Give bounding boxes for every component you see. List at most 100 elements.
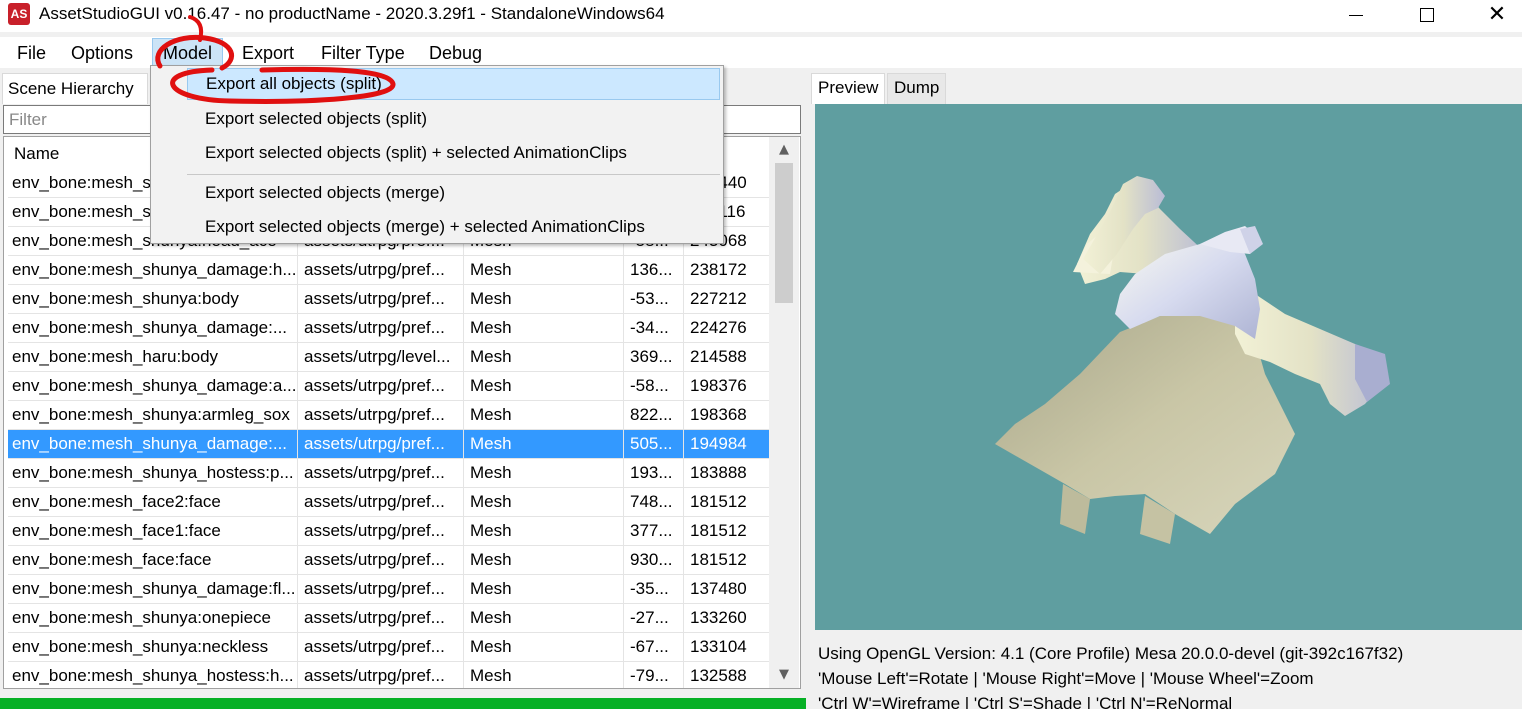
menu-item-export-selected-split-anim[interactable]: Export selected objects (split) + select… (187, 137, 720, 169)
tab-dump[interactable]: Dump (887, 73, 947, 104)
cell-pathid: 748... (626, 488, 684, 517)
cell-name: env_bone:mesh_face:face (8, 546, 298, 575)
cell-type: Mesh (466, 546, 624, 575)
table-row[interactable]: env_bone:mesh_shunya:onepiece assets/utrp… (8, 604, 772, 633)
tab-preview[interactable]: Preview (811, 73, 886, 104)
cell-container: assets/utrpg/pref... (300, 285, 464, 314)
table-row[interactable]: env_bone:mesh_shunya_damage:a... assets/u… (8, 372, 772, 401)
cell-container: assets/utrpg/pref... (300, 517, 464, 546)
cell-pathid: 377... (626, 517, 684, 546)
table-row[interactable]: env_bone:mesh_shunya_damage:fl... assets/… (8, 575, 772, 604)
cell-pathid: -79... (626, 662, 684, 688)
cell-container: assets/utrpg/pref... (300, 633, 464, 662)
menu-item-export-selected-merge[interactable]: Export selected objects (merge) (187, 177, 720, 209)
cell-type: Mesh (466, 314, 624, 343)
cell-size: 238172 (690, 260, 747, 279)
menu-debug[interactable]: Debug (429, 43, 482, 64)
table-row[interactable]: env_bone:mesh_shunya:neckless assets/utrp… (8, 633, 772, 662)
window-title: AssetStudioGUI v0.16.47 - no productName… (39, 4, 665, 23)
scroll-thumb[interactable] (775, 163, 793, 303)
table-row[interactable]: env_bone:mesh_face2:face assets/utrpg/pre… (8, 488, 772, 517)
cell-size: 133260 (690, 608, 747, 627)
cell-size: 214588 (690, 347, 747, 366)
cell-size: 227212 (690, 289, 747, 308)
cell-type: Mesh (466, 633, 624, 662)
cell-container: assets/utrpg/pref... (300, 401, 464, 430)
minimize-button[interactable] (1333, 0, 1379, 30)
cell-container: assets/utrpg/pref... (300, 372, 464, 401)
cell-container: assets/utrpg/level... (300, 343, 464, 372)
cell-pathid: 505... (626, 430, 684, 459)
cell-container: assets/utrpg/pref... (300, 662, 464, 688)
cell-pathid: 136... (626, 256, 684, 285)
preview-panel: Preview Dump Using OpenGL Version: 4.1 (… (808, 69, 1522, 709)
maximize-icon (1420, 8, 1434, 22)
table-row[interactable]: env_bone:mesh_face:face assets/utrpg/pref… (8, 546, 772, 575)
keyboard-controls-line: 'Ctrl W'=Wireframe | 'Ctrl S'=Shade | 'C… (818, 694, 1233, 709)
cell-name: env_bone:mesh_shunya:armleg_sox (8, 401, 298, 430)
menu-bar: File Options Model Export Filter Type De… (0, 37, 1522, 68)
cell-name: env_bone:mesh_shunya:neckless (8, 633, 298, 662)
table-row[interactable]: env_bone:mesh_shunya_damage:h... assets/u… (8, 256, 772, 285)
menu-item-export-selected-merge-anim[interactable]: Export selected objects (merge) + select… (187, 211, 720, 243)
menu-model[interactable]: Model (152, 38, 224, 68)
cell-pathid: -34... (626, 314, 684, 343)
table-row[interactable]: env_bone:mesh_shunya_hostess:p... assets/… (8, 459, 772, 488)
cell-size: 132588 (690, 666, 747, 685)
table-row[interactable]: env_bone:mesh_shunya_hostess:h... assets/… (8, 662, 772, 688)
cell-container: assets/utrpg/pref... (300, 314, 464, 343)
cell-name: env_bone:mesh_shunya_damage:a... (8, 372, 298, 401)
menu-file[interactable]: File (17, 43, 46, 64)
progress-bar (0, 698, 806, 709)
menu-item-export-all-split[interactable]: Export all objects (split) (187, 68, 720, 100)
table-row[interactable]: env_bone:mesh_shunya:body assets/utrpg/pr… (8, 285, 772, 314)
cell-size: 181512 (690, 521, 747, 540)
cell-type: Mesh (466, 285, 624, 314)
cell-pathid: 930... (626, 546, 684, 575)
cell-name: env_bone:mesh_shunya_hostess:h... (8, 662, 298, 688)
cell-pathid: -27... (626, 604, 684, 633)
model-preview-viewport[interactable] (815, 104, 1522, 630)
cell-name: env_bone:mesh_shunya:onepiece (8, 604, 298, 633)
menu-filter-type[interactable]: Filter Type (321, 43, 405, 64)
cell-type: Mesh (466, 459, 624, 488)
cell-type: Mesh (466, 256, 624, 285)
cell-size: 198368 (690, 405, 747, 424)
cell-pathid: -58... (626, 372, 684, 401)
cell-name: env_bone:mesh_haru:body (8, 343, 298, 372)
menu-export[interactable]: Export (242, 43, 294, 64)
cell-size: 137480 (690, 579, 747, 598)
table-row[interactable]: env_bone:mesh_shunya_damage:... assets/ut… (8, 314, 772, 343)
cell-size: 181512 (690, 492, 747, 511)
cell-type: Mesh (466, 662, 624, 688)
cell-name: env_bone:mesh_shunya_damage:... (8, 430, 298, 459)
menu-gutter (151, 66, 187, 243)
scroll-down-icon[interactable]: ▼ (769, 662, 799, 688)
cell-type: Mesh (466, 430, 624, 459)
cell-name: env_bone:mesh_shunya_damage:... (8, 314, 298, 343)
cell-pathid: -53... (626, 285, 684, 314)
cell-type: Mesh (466, 401, 624, 430)
menu-item-export-selected-split[interactable]: Export selected objects (split) (187, 103, 720, 135)
tab-scene-hierarchy[interactable]: Scene Hierarchy (2, 73, 148, 104)
cell-container: assets/utrpg/pref... (300, 575, 464, 604)
table-row[interactable]: env_bone:mesh_face1:face assets/utrpg/pre… (8, 517, 772, 546)
table-row[interactable]: env_bone:mesh_shunya:armleg_sox assets/ut… (8, 401, 772, 430)
cell-pathid: 822... (626, 401, 684, 430)
cell-type: Mesh (466, 604, 624, 633)
cell-name: env_bone:mesh_face2:face (8, 488, 298, 517)
table-row[interactable]: env_bone:mesh_shunya_damage:... assets/ut… (8, 430, 772, 459)
list-scrollbar[interactable]: ▲ ▼ (769, 137, 799, 688)
close-button[interactable]: ✕ (1474, 0, 1520, 30)
cell-container: assets/utrpg/pref... (300, 604, 464, 633)
close-icon: ✕ (1487, 2, 1507, 27)
maximize-button[interactable] (1404, 0, 1450, 30)
cell-pathid: 193... (626, 459, 684, 488)
cell-pathid: 369... (626, 343, 684, 372)
cell-type: Mesh (466, 488, 624, 517)
model-menu-dropdown: Export all objects (split) Export select… (150, 65, 724, 244)
menu-options[interactable]: Options (71, 43, 133, 64)
table-row[interactable]: env_bone:mesh_haru:body assets/utrpg/leve… (8, 343, 772, 372)
cell-name: env_bone:mesh_shunya_hostess:p... (8, 459, 298, 488)
scroll-up-icon[interactable]: ▲ (769, 137, 799, 163)
